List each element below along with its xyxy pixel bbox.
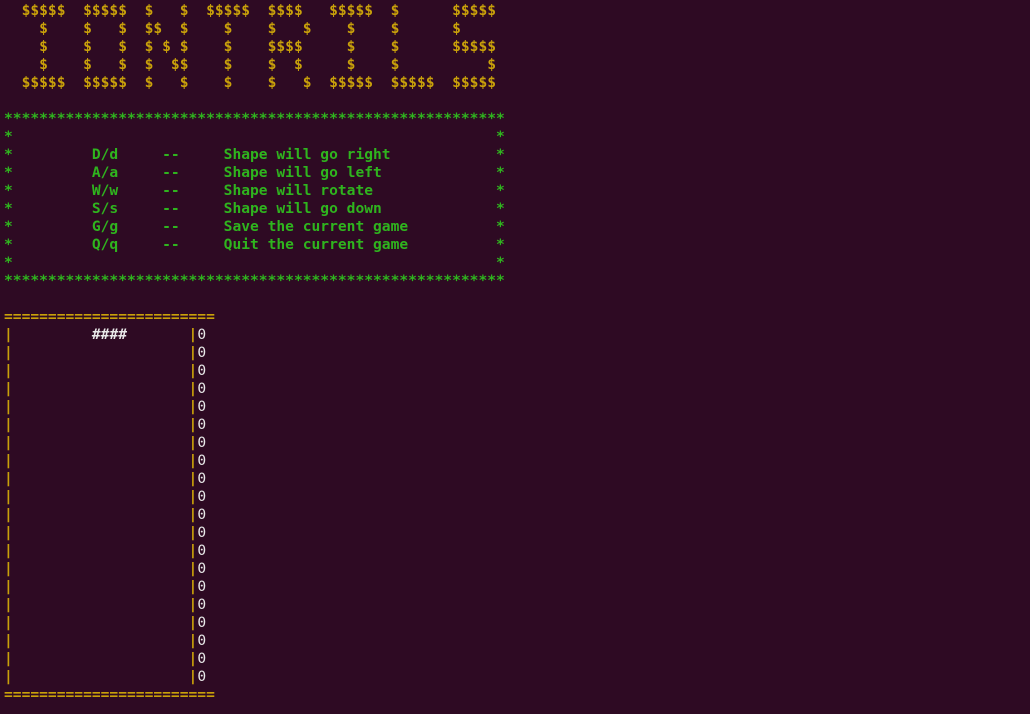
board-right-wall: | [189,398,198,415]
board-empty-cells [13,380,189,397]
row-counter-zero: 0 [197,398,206,415]
board-empty-cells [13,488,189,505]
board-empty-cells [13,560,189,577]
board-pad [13,326,92,343]
board-left-wall: | [4,380,13,397]
row-counter-zero: 0 [197,488,206,505]
board-empty-cells [13,398,189,415]
banner-line-4: $$$$$ $$$$$ $ $ $ $ $ $$$$$ $$$$$ $$$$$ [4,74,496,91]
tetromino-piece: #### [92,326,127,343]
row-counter-zero: 0 [197,434,206,451]
board-right-wall: | [189,560,198,577]
row-counter-zero: 0 [197,542,206,559]
help-border-top: ****************************************… [4,110,505,127]
board-left-wall: | [4,398,13,415]
banner-line-2: $ $ $ $ $ $ $ $$$$ $ $ $$$$$ [4,38,496,55]
row-counter-zero: 0 [197,470,206,487]
banner-line-0: $$$$$ $$$$$ $ $ $$$$$ $$$$ $$$$$ $ $$$$$ [4,2,496,19]
row-counter-zero: 0 [197,362,206,379]
board-left-wall: | [4,362,13,379]
board-right-wall: | [189,524,198,541]
row-counter-zero: 0 [197,596,206,613]
board-left-wall: | [4,650,13,667]
board-empty-cells [13,650,189,667]
banner-line-1: $ $ $ $$ $ $ $ $ $ $ $ [4,20,496,37]
help-row-1: * A/a -- Shape will go left * [4,164,505,181]
board-right-wall: | [189,452,198,469]
row-counter-zero: 0 [197,668,206,685]
board-right-wall: | [189,470,198,487]
help-border-bottom: ****************************************… [4,272,505,289]
board-right-wall: | [189,380,198,397]
board-empty-cells [13,596,189,613]
board-empty-cells [13,614,189,631]
board-right-wall: | [189,488,198,505]
board-left-wall: | [4,542,13,559]
terminal-output: $$$$$ $$$$$ $ $ $$$$$ $$$$ $$$$$ $ $$$$$… [0,0,1030,704]
board-empty-cells [13,344,189,361]
board-right-wall: | [189,632,198,649]
board-right-wall: | [189,416,198,433]
board-right-wall: | [189,344,198,361]
board-right-wall: | [189,362,198,379]
banner-line-3: $ $ $ $ $$ $ $ $ $ $ $ [4,56,496,73]
board-empty-cells [13,416,189,433]
board-empty-cells [13,362,189,379]
board-left-wall: | [4,524,13,541]
board-left-wall: | [4,614,13,631]
board-pad [127,326,189,343]
row-counter-zero: 0 [197,326,206,343]
board-left-wall: | [4,416,13,433]
board-empty-cells [13,470,189,487]
board-left-wall: | [4,560,13,577]
help-blank: * * [4,128,505,145]
row-counter-zero: 0 [197,506,206,523]
board-empty-cells [13,506,189,523]
board-left-wall: | [4,596,13,613]
row-counter-zero: 0 [197,560,206,577]
board-left-wall: | [4,452,13,469]
board-right-wall: | [189,668,198,685]
help-row-5: * Q/q -- Quit the current game * [4,236,505,253]
board-right-wall: | [189,434,198,451]
board-left-wall: | [4,578,13,595]
board-left-wall: | [4,434,13,451]
help-row-2: * W/w -- Shape will rotate * [4,182,505,199]
board-left-wall: | [4,326,13,343]
board-left-wall: | [4,668,13,685]
board-right-wall: | [189,596,198,613]
board-right-wall: | [189,542,198,559]
help-row-4: * G/g -- Save the current game * [4,218,505,235]
row-counter-zero: 0 [197,380,206,397]
board-empty-cells [13,632,189,649]
board-left-wall: | [4,470,13,487]
board-left-wall: | [4,488,13,505]
help-row-0: * D/d -- Shape will go right * [4,146,505,163]
board-left-wall: | [4,506,13,523]
row-counter-zero: 0 [197,524,206,541]
board-left-wall: | [4,632,13,649]
row-counter-zero: 0 [197,344,206,361]
board-bottom-rule: ======================== [4,686,215,703]
row-counter-zero: 0 [197,614,206,631]
board-empty-cells [13,542,189,559]
row-counter-zero: 0 [197,650,206,667]
help-blank: * * [4,254,505,271]
help-row-3: * S/s -- Shape will go down * [4,200,505,217]
board-right-wall: | [189,650,198,667]
row-counter-zero: 0 [197,416,206,433]
board-empty-cells [13,578,189,595]
row-counter-zero: 0 [197,452,206,469]
board-left-wall: | [4,344,13,361]
board-right-wall: | [189,506,198,523]
board-right-wall: | [189,614,198,631]
board-right-wall: | [189,578,198,595]
row-counter-zero: 0 [197,578,206,595]
row-counter-zero: 0 [197,632,206,649]
board-empty-cells [13,434,189,451]
board-empty-cells [13,452,189,469]
board-empty-cells [13,668,189,685]
board-top-rule: ======================== [4,308,215,325]
board-empty-cells [13,524,189,541]
